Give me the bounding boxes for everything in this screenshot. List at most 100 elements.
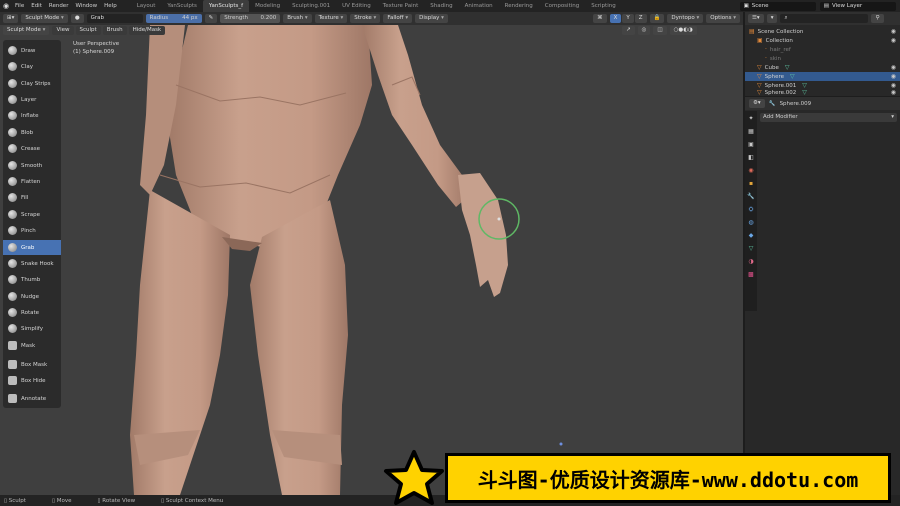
texture-menu[interactable]: Texture bbox=[314, 14, 348, 23]
tool-scrape[interactable]: Scrape bbox=[3, 207, 61, 222]
tab-workspace[interactable]: Compositing bbox=[539, 0, 585, 12]
outliner-item[interactable]: · hair_ref bbox=[745, 45, 900, 54]
tool-layer[interactable]: Layer bbox=[3, 92, 61, 107]
brush-name-field[interactable]: Grab bbox=[86, 14, 143, 23]
visibility-eye-icon[interactable]: ◉ bbox=[891, 90, 896, 95]
tool-fill[interactable]: Fill bbox=[3, 190, 61, 205]
tool-box-hide[interactable]: Box Hide bbox=[3, 373, 61, 388]
viewport-menu-view[interactable]: View bbox=[52, 26, 74, 35]
menu-help[interactable]: Help bbox=[104, 3, 117, 9]
stroke-menu[interactable]: Stroke bbox=[350, 14, 381, 23]
tab-workspace[interactable]: Scripting bbox=[585, 0, 621, 12]
outliner-filter-icon[interactable]: ⚲ bbox=[871, 14, 884, 23]
tool-box-mask[interactable]: Box Mask bbox=[3, 357, 61, 372]
brush-icon[interactable]: ● bbox=[70, 14, 84, 23]
symmetry-icon[interactable]: ⌘ bbox=[593, 14, 607, 23]
outliner-search-input[interactable]: ⌕ bbox=[780, 14, 869, 23]
axis-y-button[interactable]: Y bbox=[622, 14, 634, 23]
viewport-menu-sculpt[interactable]: Sculpt bbox=[75, 26, 101, 35]
axis-x-button[interactable]: X bbox=[609, 14, 622, 23]
tool-blob[interactable]: Blob bbox=[3, 125, 61, 140]
scene-selector[interactable]: ▣ Scene bbox=[739, 1, 816, 11]
dyntopo-menu[interactable]: Dyntopo bbox=[667, 14, 704, 23]
tab-workspace[interactable]: YanSculpts bbox=[161, 0, 203, 12]
particles-icon[interactable]: ⛭ bbox=[747, 206, 755, 214]
tab-workspace[interactable]: Layout bbox=[131, 0, 162, 12]
tool-clay-strips[interactable]: Clay Strips bbox=[3, 76, 61, 91]
outliner-editor-type[interactable]: ☰▾ bbox=[748, 14, 764, 23]
visibility-eye-icon[interactable]: ◉ bbox=[891, 73, 896, 80]
tab-workspace[interactable]: Modeling bbox=[249, 0, 286, 12]
mesh-data-icon[interactable]: ▽ bbox=[747, 245, 755, 253]
outliner-item[interactable]: ▽ Sphere ▽ ◉ bbox=[745, 72, 900, 81]
tool-rotate[interactable]: Rotate bbox=[3, 305, 61, 320]
scene-icon[interactable]: ◉ bbox=[747, 167, 755, 175]
material-icon[interactable]: ◑ bbox=[747, 258, 755, 266]
tab-workspace[interactable]: Sculpting.001 bbox=[286, 0, 336, 12]
visibility-eye-icon[interactable]: ◉ bbox=[891, 37, 896, 44]
shading-modes[interactable]: ○●◐◑ bbox=[669, 26, 697, 35]
render-icon[interactable]: ▦ bbox=[747, 128, 755, 136]
menu-edit[interactable]: Edit bbox=[31, 3, 42, 9]
menu-window[interactable]: Window bbox=[75, 3, 97, 9]
filter-icon[interactable]: ▾ bbox=[766, 14, 778, 23]
add-modifier-button[interactable]: Add Modifier ▾ bbox=[760, 113, 897, 122]
tab-workspace[interactable]: Rendering bbox=[499, 0, 539, 12]
gizmo-icon[interactable]: ↗ bbox=[622, 26, 635, 35]
viewport-menu-brush[interactable]: Brush bbox=[102, 26, 127, 35]
tool-pinch[interactable]: Pinch bbox=[3, 223, 61, 238]
tool-simplify[interactable]: Simplify bbox=[3, 321, 61, 336]
tab-workspace[interactable]: Shading bbox=[424, 0, 458, 12]
outliner-item[interactable]: ▤ Scene Collection ◉ bbox=[745, 27, 900, 36]
tab-workspace[interactable]: Texture Paint bbox=[377, 0, 425, 12]
display-menu[interactable]: Display bbox=[415, 14, 448, 23]
brush-menu[interactable]: Brush bbox=[283, 14, 312, 23]
tool-grab[interactable]: Grab bbox=[3, 240, 61, 255]
visibility-eye-icon[interactable]: ◉ bbox=[891, 64, 896, 71]
outliner-item[interactable]: ▽ Cube ▽ ◉ bbox=[745, 63, 900, 72]
sculpt-mode-dropdown[interactable]: Sculpt Mode bbox=[3, 26, 50, 35]
tool-clay[interactable]: Clay bbox=[3, 59, 61, 74]
outliner-item[interactable]: ▽ Sphere.002 ▽ ◉ bbox=[745, 90, 900, 95]
blender-logo-icon[interactable]: ◉ bbox=[0, 0, 12, 12]
physics-icon[interactable]: ◍ bbox=[747, 219, 755, 227]
visibility-eye-icon[interactable]: ◉ bbox=[891, 28, 896, 35]
outliner-item[interactable]: ▣ Collection ◉ bbox=[745, 36, 900, 45]
menu-render[interactable]: Render bbox=[49, 3, 69, 9]
properties-editor-type[interactable]: ⚙▾ bbox=[749, 99, 765, 108]
tool-thumb[interactable]: Thumb bbox=[3, 272, 61, 287]
overlay-icon[interactable]: ◎ bbox=[637, 26, 651, 35]
editor-type-button[interactable]: ⊞▾ bbox=[3, 14, 19, 23]
outliner-item[interactable]: · skin bbox=[745, 54, 900, 63]
tool-annotate[interactable]: Annotate bbox=[3, 391, 61, 406]
lock-icon[interactable]: 🔒 bbox=[649, 14, 665, 23]
tool-draw[interactable]: Draw bbox=[3, 43, 61, 58]
radius-slider[interactable]: Radius 44 px bbox=[145, 14, 202, 23]
visibility-eye-icon[interactable]: ◉ bbox=[891, 82, 896, 89]
texture-icon[interactable]: ▩ bbox=[747, 271, 755, 279]
outliner-item[interactable]: ▽ Sphere.001 ▽ ◉ bbox=[745, 81, 900, 90]
view-layer-icon[interactable]: ◧ bbox=[747, 154, 755, 162]
object-icon[interactable]: ▪ bbox=[747, 180, 755, 188]
menu-file[interactable]: File bbox=[15, 3, 24, 9]
tool-flatten[interactable]: Flatten bbox=[3, 174, 61, 189]
tool-nudge[interactable]: Nudge bbox=[3, 289, 61, 304]
options-menu[interactable]: Options bbox=[706, 14, 740, 23]
tool-crease[interactable]: Crease bbox=[3, 141, 61, 156]
mode-selector[interactable]: Sculpt Mode bbox=[21, 14, 68, 23]
axis-z-button[interactable]: Z bbox=[634, 14, 647, 23]
xray-icon[interactable]: ◫ bbox=[653, 26, 667, 35]
3d-viewport[interactable] bbox=[0, 25, 743, 495]
tab-workspace[interactable]: UV Editing bbox=[336, 0, 377, 12]
strength-slider[interactable]: Strength 0.200 bbox=[220, 14, 281, 23]
modifier-icon[interactable]: 🔧 bbox=[747, 193, 755, 201]
radius-unit-icon[interactable]: ✎ bbox=[204, 14, 218, 23]
falloff-menu[interactable]: Falloff bbox=[383, 14, 413, 23]
tool-snake-hook[interactable]: Snake Hook bbox=[3, 256, 61, 271]
output-icon[interactable]: ▣ bbox=[747, 141, 755, 149]
tool-mask[interactable]: Mask bbox=[3, 338, 61, 353]
tab-workspace[interactable]: Animation bbox=[459, 0, 499, 12]
tab-workspace[interactable]: YanSculpts_f bbox=[202, 0, 250, 12]
viewport-menu-hide-mask[interactable]: Hide/Mask bbox=[128, 26, 166, 35]
tool-smooth[interactable]: Smooth bbox=[3, 158, 61, 173]
